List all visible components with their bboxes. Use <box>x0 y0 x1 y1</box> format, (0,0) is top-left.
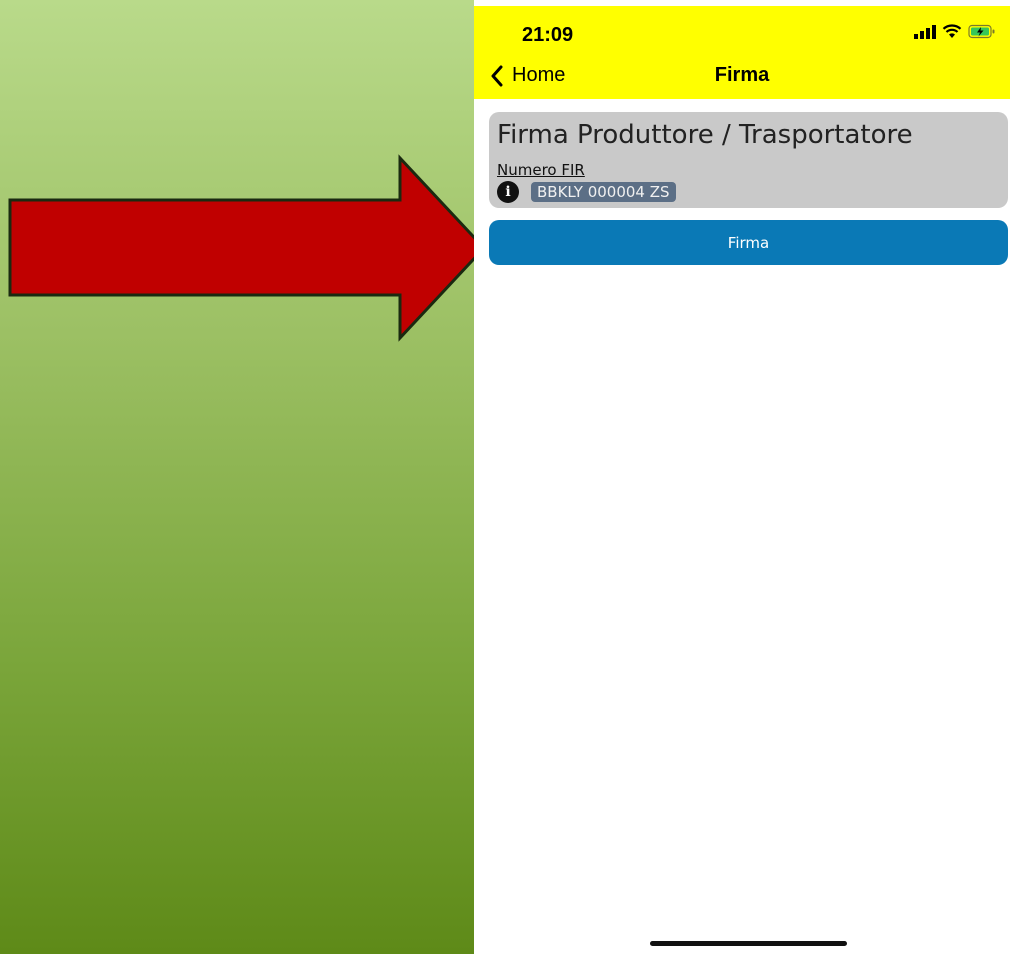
fir-card: Firma Produttore / Trasportatore Numero … <box>489 112 1008 208</box>
fir-number-badge: BBKLY 000004 ZS <box>531 182 676 202</box>
signal-icon <box>914 24 936 39</box>
home-indicator <box>650 941 847 946</box>
wifi-icon <box>942 24 962 38</box>
back-button[interactable]: Home <box>490 64 565 87</box>
app-header: 21:09 Firma Home <box>474 6 1010 99</box>
back-label: Home <box>512 64 566 86</box>
sign-button[interactable]: Firma <box>489 220 1008 265</box>
red-arrow-annotation <box>8 154 487 342</box>
status-icons <box>914 24 996 39</box>
fir-row: i BBKLY 000004 ZS <box>497 181 676 203</box>
status-time: 21:09 <box>522 24 574 46</box>
chevron-left-icon <box>491 65 503 86</box>
background-panel <box>0 0 474 954</box>
fir-label: Numero FIR <box>497 161 585 179</box>
card-title: Firma Produttore / Trasportatore <box>497 120 913 150</box>
battery-charging-icon <box>968 24 995 39</box>
info-icon[interactable]: i <box>497 181 519 203</box>
phone-screen: 21:09 Firma Home Firma Produttore / Tras… <box>474 0 1010 954</box>
